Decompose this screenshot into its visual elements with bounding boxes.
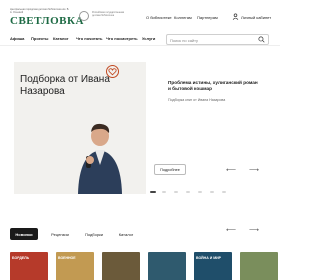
colleagues-link[interactable]: Коллегам bbox=[174, 15, 192, 20]
hero-image: Подборка от Ивана Назарова bbox=[14, 62, 138, 194]
site-logo[interactable]: СВЕТЛОВКА bbox=[10, 15, 84, 27]
tab-catalog[interactable]: Каталог bbox=[112, 228, 140, 240]
nav-item-what-to-watch[interactable]: Что посмотреть bbox=[106, 36, 138, 41]
slide-dot[interactable] bbox=[198, 191, 202, 193]
more-button[interactable]: Подробнее bbox=[154, 164, 186, 175]
slide-dot[interactable] bbox=[186, 191, 190, 193]
nav-item-catalog[interactable]: Каталог bbox=[53, 36, 69, 41]
hero-banner[interactable]: Подборка от Ивана Назарова Проблема исти… bbox=[14, 62, 264, 194]
hero-next-arrow-icon[interactable]: ⟶ bbox=[249, 166, 259, 174]
tab-reviews[interactable]: Рецензии bbox=[46, 228, 74, 240]
nav-item-events[interactable]: Афиша bbox=[10, 36, 24, 41]
slide-dot[interactable] bbox=[174, 191, 178, 193]
books-next-arrow-icon[interactable]: ⟶ bbox=[249, 226, 259, 234]
slide-dot[interactable] bbox=[162, 191, 166, 193]
speaker-photo bbox=[78, 123, 122, 194]
book-cover[interactable] bbox=[148, 252, 186, 280]
user-icon[interactable] bbox=[232, 13, 239, 20]
book-cover[interactable]: ВОЕННОЕ bbox=[56, 252, 94, 280]
slide-dot[interactable] bbox=[150, 191, 156, 193]
book-cover[interactable]: ВОЙНА И МИР bbox=[194, 252, 232, 280]
slide-indicators bbox=[150, 191, 260, 194]
search-icon[interactable] bbox=[258, 36, 265, 43]
nav-item-projects[interactable]: Проекты bbox=[31, 36, 48, 41]
slide-dot[interactable] bbox=[210, 191, 214, 193]
library-caption: Российская государственная детская библи… bbox=[92, 11, 125, 17]
hero-subtitle: Подборка книг от Ивана Назарова bbox=[168, 98, 226, 102]
books-prev-arrow-icon[interactable]: ⟵ bbox=[226, 226, 236, 234]
nav-item-services[interactable]: Услуги bbox=[142, 36, 155, 41]
tab-collections[interactable]: Подборки bbox=[80, 228, 108, 240]
book-cover[interactable] bbox=[102, 252, 140, 280]
about-link[interactable]: О библиотеке bbox=[146, 15, 172, 20]
hero-headline: Проблема истины, хулиганский роман и быт… bbox=[168, 80, 258, 92]
book-cover[interactable] bbox=[240, 252, 278, 280]
partners-link[interactable]: Партнерам bbox=[197, 15, 218, 20]
slide-dot[interactable] bbox=[222, 191, 226, 193]
tab-new[interactable]: Новинки bbox=[10, 228, 38, 240]
account-link[interactable]: Личный кабинет bbox=[241, 15, 271, 20]
book-title: ВОЕННОЕ bbox=[58, 256, 76, 260]
library-emblem-icon bbox=[79, 11, 89, 21]
book-title: ВОЙНА И МИР bbox=[196, 256, 221, 260]
nav-item-what-to-read[interactable]: Что почитать bbox=[76, 36, 102, 41]
hero-prev-arrow-icon[interactable]: ⟵ bbox=[226, 166, 236, 174]
hero-title: Подборка от Ивана Назарова bbox=[20, 74, 110, 97]
book-cover[interactable]: БОРДЕЛЬ bbox=[10, 252, 48, 280]
logo-caption: Центральная городская детская библиотека… bbox=[10, 8, 70, 14]
book-title: БОРДЕЛЬ bbox=[12, 256, 30, 260]
search-input[interactable]: Поиск по сайту bbox=[166, 34, 269, 45]
top-header: Центральная городская детская библиотека… bbox=[0, 0, 280, 30]
